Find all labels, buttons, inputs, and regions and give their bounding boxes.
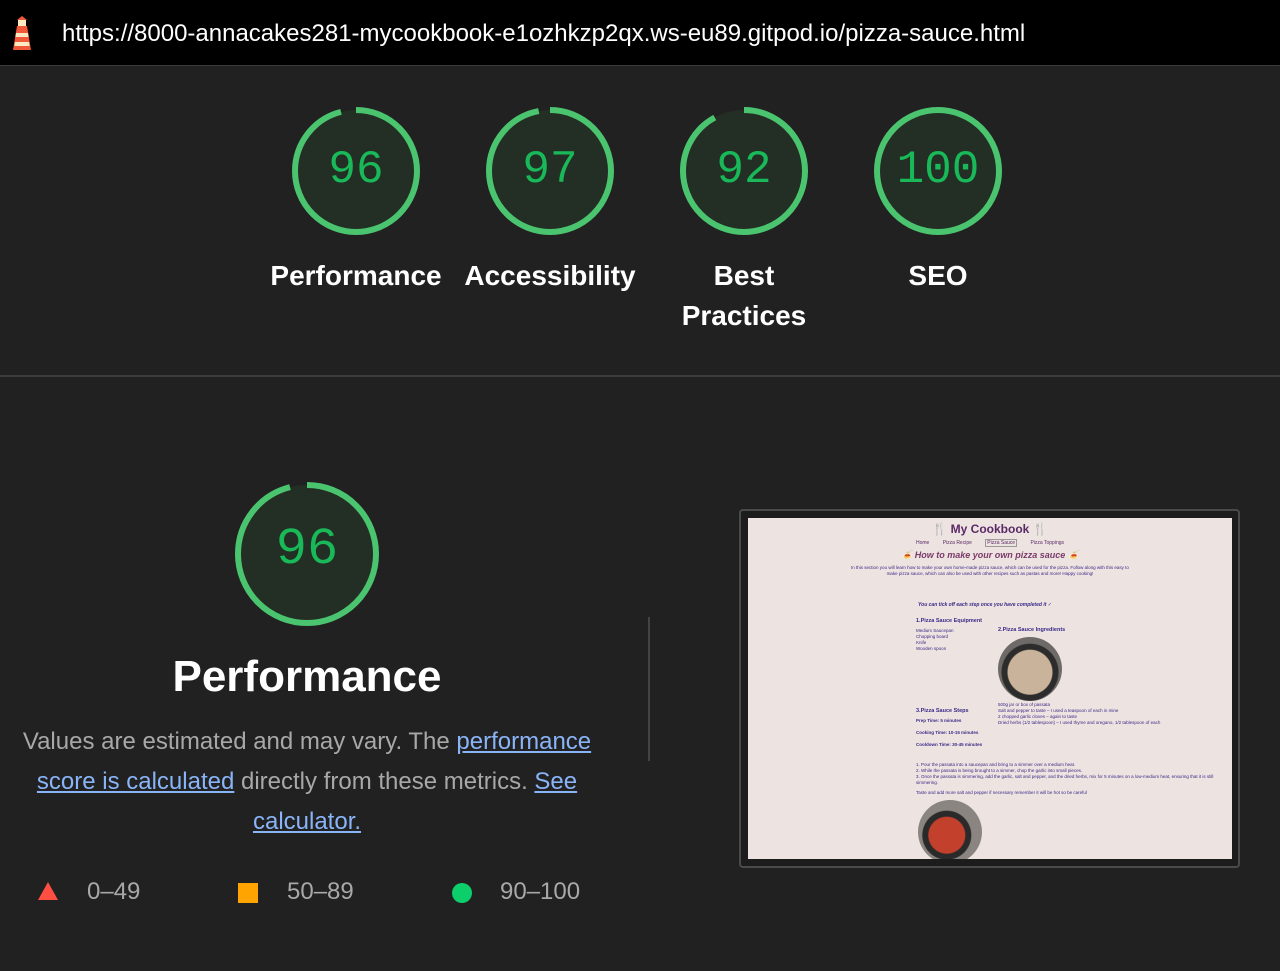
score-gauge-best-practices[interactable]: 92 Best Practices <box>644 106 844 336</box>
detail-title: Performance <box>172 652 442 701</box>
score-label: SEO <box>908 260 968 291</box>
score-value: 92 <box>716 144 772 196</box>
sauce-photo <box>918 800 982 859</box>
score-label: Performance <box>270 260 442 291</box>
shot-nav-item: Pizza Sauce <box>985 539 1018 547</box>
legend-range: 50–89 <box>287 878 354 905</box>
saucepan-photo <box>998 637 1062 701</box>
triangle-icon <box>38 882 58 900</box>
shot-equipment-heading: 1.Pizza Sauce Equipment <box>916 618 983 624</box>
detail-score-value: 96 <box>275 520 339 579</box>
final-screenshot[interactable]: 🍴 My Cookbook 🍴 Home Pizza Recipe Pizza … <box>748 518 1232 859</box>
desc-prefix: Values are estimated and may vary. The <box>22 728 457 755</box>
shot-time: Cooldown Time: 30-45 minutes <box>916 742 983 747</box>
shot-note: You can tick off each step once you have… <box>918 602 1052 608</box>
lighthouse-icon <box>13 16 31 50</box>
shot-nav-item: Home <box>915 540 930 546</box>
detail-description: Values are estimated and may vary. The p… <box>10 722 604 842</box>
square-icon <box>238 883 258 903</box>
circle-icon <box>452 883 472 903</box>
score-gauge-performance[interactable]: 96 Performance <box>256 106 456 296</box>
score-gauge-seo[interactable]: 100 SEO <box>838 106 1038 296</box>
shot-title: 🍴 My Cookbook 🍴 <box>932 522 1048 536</box>
shot-ingredient: Dried herbs (1/2 tablespoon) – I used th… <box>998 720 1161 725</box>
shot-steps-heading: 3.Pizza Sauce Steps <box>916 708 969 714</box>
shot-ingredients-heading: 2.Pizza Sauce Ingredients <box>998 627 1066 633</box>
score-value: 97 <box>522 144 578 196</box>
shot-intro: In this section you will learn how to ma… <box>851 565 1129 576</box>
shot-nav: Home Pizza Recipe Pizza Sauce Pizza Topp… <box>748 539 1232 547</box>
url-text[interactable]: https://8000-annacakes281-mycookbook-e1o… <box>62 20 1025 48</box>
legend-range: 0–49 <box>87 878 141 905</box>
shot-nav-item: Pizza Recipe <box>942 540 972 546</box>
score-gauge-accessibility[interactable]: 97 Accessibility <box>450 106 650 296</box>
shot-step: 3. Once the passata is simmering, add th… <box>916 774 1214 785</box>
score-label: Accessibility <box>464 260 636 291</box>
shot-nav-item: Pizza Toppings <box>1030 540 1065 546</box>
section-divider <box>0 375 1280 377</box>
score-value: 100 <box>896 144 980 196</box>
shot-equipment-item: Wooden spoon <box>916 646 947 651</box>
shot-subtitle: 🍝 How to make your own pizza sauce 🍝 <box>901 550 1079 560</box>
performance-detail-gauge: 96 <box>233 480 381 628</box>
desc-middle: directly from these metrics. <box>234 768 535 795</box>
vertical-divider <box>648 617 650 761</box>
score-label: Best Practices <box>681 260 807 331</box>
legend-range: 90–100 <box>500 878 581 905</box>
address-bar: https://8000-annacakes281-mycookbook-e1o… <box>0 0 1280 66</box>
shot-time: Prep Time: 5 minutes <box>916 718 962 723</box>
shot-step: Taste and add more salt and pepper if ne… <box>916 790 1087 795</box>
score-value: 96 <box>328 144 384 196</box>
shot-time: Cooking Time: 10-15 minutes <box>916 730 979 735</box>
